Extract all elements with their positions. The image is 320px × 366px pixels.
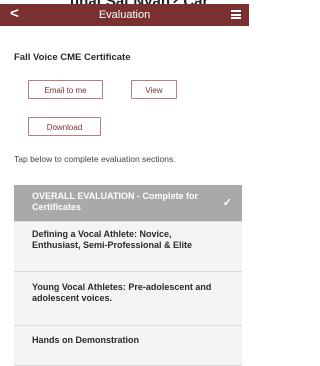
checkmark-icon: ✓ (222, 197, 232, 209)
page-title: Evaluation (98, 9, 151, 21)
section-defining-vocal-athlete[interactable]: Defining a Vocal Athlete: Novice, Enthus… (14, 222, 242, 272)
hamburger-menu-icon[interactable] (231, 10, 241, 19)
instructions-text: Tap below to complete evaluation section… (14, 154, 176, 164)
arrow-right-icon: → (221, 292, 232, 305)
section-label: Defining a Vocal Athlete: Novice, Enthus… (32, 229, 193, 250)
evaluation-section-list: OVERALL EVALUATION - Complete for Certif… (14, 185, 242, 366)
navigation-bar: < Evaluation (0, 4, 249, 26)
section-label: Young Vocal Athletes: Pre-adolescent and… (32, 282, 212, 303)
download-button[interactable]: Download (28, 117, 101, 136)
arrow-right-icon: → (221, 339, 232, 352)
email-button[interactable]: Email to me (28, 80, 103, 99)
section-label: OVERALL EVALUATION - Complete for Certif… (32, 191, 199, 212)
arrow-right-icon: → (221, 240, 232, 253)
section-young-vocal-athletes[interactable]: Young Vocal Athletes: Pre-adolescent and… (14, 272, 242, 326)
section-label: Hands on Demonstration (32, 335, 140, 345)
view-button[interactable]: View (131, 80, 177, 99)
section-overall-evaluation[interactable]: OVERALL EVALUATION - Complete for Certif… (14, 185, 242, 222)
certificate-title: Fall Voice CME Certificate (14, 52, 131, 63)
section-hands-on-demonstration[interactable]: Hands on Demonstration → (14, 326, 242, 366)
